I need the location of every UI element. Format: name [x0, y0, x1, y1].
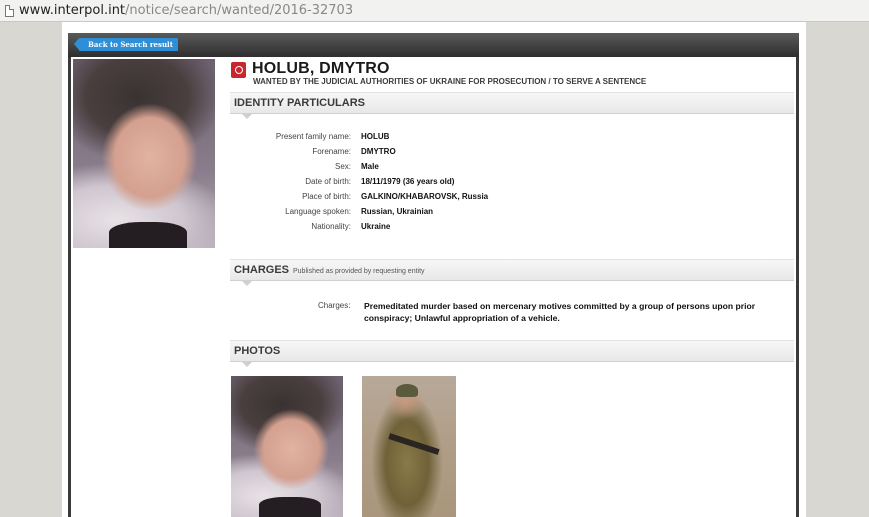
charges-text: Premeditated murder based on mercenary m…	[364, 301, 756, 323]
portrait-shirt	[108, 221, 187, 248]
portrait-thumbnail-shirt	[259, 497, 321, 517]
field-label: Present family name:	[275, 132, 351, 141]
portrait-thumbnail-image	[231, 376, 343, 517]
photos-section-header: PHOTOS	[230, 340, 794, 367]
field-label-row: Sex:	[230, 162, 351, 172]
charges-section-header: CHARGES Published as provided by request…	[230, 259, 794, 286]
charges-note: Published as provided by requesting enti…	[293, 268, 425, 275]
field-value-family-name: HOLUB	[361, 132, 390, 141]
field-label: Forename:	[312, 147, 351, 156]
identity-heading: IDENTITY PARTICULARS	[234, 97, 365, 109]
field-label-row: Place of birth:	[230, 192, 351, 202]
field-label-row: Date of birth:	[230, 177, 351, 187]
photo-thumbnail-soldier[interactable]	[362, 376, 456, 517]
back-to-search-button[interactable]: Back to Search result	[74, 38, 178, 51]
notice-subtitle: WANTED BY THE JUDICIAL AUTHORITIES OF UK…	[253, 77, 647, 86]
field-value-sex: Male	[361, 162, 379, 171]
field-label-row: Forename:	[230, 147, 351, 157]
field-label: Language spoken:	[285, 207, 351, 216]
field-value-date-of-birth: 18/11/1979 (36 years old)	[361, 177, 455, 186]
field-label: Sex:	[334, 162, 351, 171]
identity-section-header: IDENTITY PARTICULARS	[230, 92, 794, 119]
charges-heading: CHARGES	[234, 264, 290, 276]
person-name: HOLUB, DMYTRO	[252, 60, 390, 77]
address-bar[interactable]: www.interpol.int/notice/search/wanted/20…	[0, 0, 869, 22]
url-text[interactable]: www.interpol.int/notice/search/wanted/20…	[19, 3, 353, 18]
field-label-row: Nationality:	[230, 222, 351, 232]
field-value-forename: DMYTRO	[361, 147, 396, 156]
soldier-helmet	[395, 384, 419, 398]
portrait-image	[73, 59, 215, 248]
photo-thumbnail-portrait[interactable]	[231, 376, 343, 517]
url-host: www.interpol.int	[19, 3, 126, 18]
field-label: Nationality:	[311, 222, 351, 231]
field-label-row: Language spoken:	[230, 207, 351, 217]
page-icon	[5, 4, 14, 17]
field-label-row: Present family name:	[230, 132, 351, 142]
soldier-image	[362, 376, 456, 517]
field-value-nationality: Ukraine	[361, 222, 391, 231]
field-value-place-of-birth: GALKINO/KHABAROVSK, Russia	[361, 192, 489, 201]
url-path: /notice/search/wanted/2016-32703	[125, 3, 354, 18]
charges-label: Charges:	[318, 301, 351, 310]
photos-heading: PHOTOS	[234, 345, 281, 357]
interpol-logo-icon	[231, 62, 246, 78]
field-value-languages: Russian, Ukrainian	[361, 207, 434, 216]
field-label: Place of birth:	[302, 192, 351, 201]
main-photo[interactable]	[73, 59, 215, 248]
field-label: Date of birth:	[305, 177, 351, 186]
